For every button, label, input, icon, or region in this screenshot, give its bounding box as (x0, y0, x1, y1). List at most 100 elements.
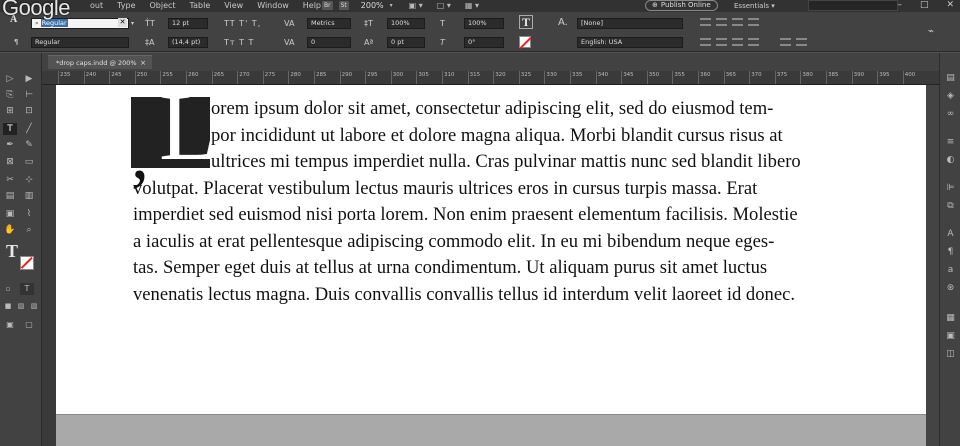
links-panel-icon[interactable]: ∞ (944, 109, 957, 119)
all-caps-button[interactable]: TT T' T, (224, 18, 261, 29)
formatting-text-icon[interactable]: T (20, 283, 34, 295)
fill-text-icon[interactable]: T (519, 15, 533, 29)
font-style-select[interactable]: Regular (31, 37, 129, 48)
free-transform-tool-icon[interactable]: ⊹ (22, 174, 36, 186)
stroke-panel-icon[interactable]: ≡ (944, 137, 957, 147)
vertical-scale-input[interactable]: 100% (387, 18, 425, 29)
layers-panel-icon[interactable]: ◈ (944, 91, 957, 101)
clear-icon[interactable]: ✕ (118, 18, 127, 27)
outdent-icon[interactable] (748, 38, 759, 46)
numbering-icon[interactable] (716, 38, 727, 46)
character-styles-icon[interactable]: a (944, 265, 957, 275)
apply-none-icon[interactable]: ▧ (27, 300, 41, 312)
language-select[interactable]: English: USA (577, 37, 683, 48)
align-right-icon[interactable] (732, 18, 743, 26)
object-styles-icon[interactable]: ◫ (944, 349, 957, 359)
character-panel-icon[interactable]: A (944, 229, 957, 239)
selection-tool-icon[interactable]: ▷ (3, 73, 17, 85)
hand-tool-icon[interactable]: ✋ (3, 224, 17, 236)
small-caps-button[interactable]: Tт T T (224, 37, 254, 48)
content-collector-icon[interactable]: ⊞ (3, 105, 17, 117)
direct-selection-tool-icon[interactable]: ▶ (22, 73, 36, 85)
rectangle-tool-icon[interactable]: ▭ (22, 156, 36, 168)
paragraph-panel-icon[interactable]: ¶ (944, 247, 957, 257)
gap-tool-icon[interactable]: ⊢ (22, 89, 36, 101)
pencil-tool-icon[interactable]: ✎ (22, 139, 36, 151)
line-tool-icon[interactable]: ╱ (22, 123, 36, 135)
indent-icon[interactable] (732, 38, 743, 46)
pen-tool-icon[interactable]: ✒ (3, 139, 17, 151)
vertical-scrollbar[interactable] (926, 85, 939, 446)
fill-text-icon[interactable]: T (6, 241, 18, 262)
zoom-level[interactable]: 200% (361, 1, 384, 10)
arrange-icon[interactable]: ▦ ▾ (465, 1, 479, 10)
align-center-icon[interactable] (716, 18, 727, 26)
zoom-tool-icon[interactable]: ⌕ (22, 224, 36, 236)
publish-online-button[interactable]: ⊕ Publish Online (645, 0, 718, 11)
gradient-feather-tool-icon[interactable]: ▥ (22, 190, 36, 202)
bridge-button[interactable]: Br (322, 1, 333, 10)
eyedropper-tool-icon[interactable]: ⌇ (22, 208, 36, 220)
tracking-input[interactable]: 0 (307, 37, 351, 48)
screen-mode-icon[interactable]: □ ▾ (437, 1, 451, 10)
maximize-icon[interactable]: □ (920, 0, 929, 11)
menu-layout[interactable]: out (90, 0, 103, 12)
columns-icon[interactable] (780, 38, 791, 46)
note-tool-icon[interactable]: ▣ (3, 208, 17, 220)
chevron-down-icon[interactable]: ▾ (131, 18, 134, 29)
normal-mode-icon[interactable]: ▣ (3, 319, 17, 331)
ruler-tick-line (518, 71, 520, 84)
glyphs-panel-icon[interactable]: ⊛ (944, 283, 957, 293)
align-panel-icon[interactable]: ⊫ (944, 183, 957, 193)
paragraph-controls-icon[interactable]: ¶ (14, 37, 18, 48)
apply-color-icon[interactable]: ■ (1, 300, 15, 312)
kerning-select[interactable]: Metrics (307, 18, 351, 29)
menu-table[interactable]: Table (190, 0, 211, 12)
page-tool-icon[interactable]: ⎘ (3, 89, 17, 101)
menu-help[interactable]: Help (303, 0, 321, 12)
document-tab[interactable]: *drop caps.indd @ 200% × (48, 55, 152, 69)
text-wrap-panel-icon[interactable]: ▣ (944, 331, 957, 341)
align-justify-icon[interactable] (748, 18, 759, 26)
type-tool-icon[interactable]: T (3, 123, 17, 135)
text-line: por incididunt ut labore et dolore magna… (211, 124, 783, 146)
stock-button[interactable]: St (338, 1, 349, 10)
ruler-tick-line (339, 71, 341, 84)
formatting-container-icon[interactable]: ▫ (1, 283, 15, 295)
pathfinder-panel-icon[interactable]: ⧉ (944, 201, 957, 211)
horizontal-scale-input[interactable]: 100% (464, 18, 504, 29)
help-search-input[interactable] (808, 0, 898, 11)
ruler-tick-line (288, 71, 290, 84)
table-panel-icon[interactable]: ▦ (944, 313, 957, 323)
menu-object[interactable]: Object (149, 0, 175, 12)
align-left-icon[interactable] (700, 18, 711, 26)
menu-window[interactable]: Window (257, 0, 289, 12)
stroke-none-swatch[interactable] (20, 256, 34, 270)
baseline-shift-input[interactable]: 0 pt (387, 37, 425, 48)
menu-type[interactable]: Type (117, 0, 135, 12)
minimize-icon[interactable]: – (897, 0, 902, 11)
chevron-down-icon[interactable]: ▾ (390, 2, 393, 9)
rectangle-frame-tool-icon[interactable]: ⊠ (3, 156, 17, 168)
view-options-icon[interactable]: ▣ ▾ (409, 1, 423, 10)
swatches-panel-icon[interactable]: ◐ (944, 155, 957, 165)
span-icon[interactable] (796, 38, 807, 46)
bullets-icon[interactable] (700, 38, 711, 46)
stroke-none-swatch[interactable] (519, 36, 531, 48)
leading-input[interactable]: (14,4 pt) (168, 37, 208, 48)
scissors-tool-icon[interactable]: ✂ (3, 174, 17, 186)
close-tab-icon[interactable]: × (140, 56, 146, 70)
pin-icon[interactable]: ⌁ (928, 26, 934, 37)
menu-view[interactable]: View (224, 0, 243, 12)
character-style-select[interactable]: [None] (577, 18, 683, 29)
workspace-switcher[interactable]: Essentials ▾ (734, 0, 775, 12)
pages-panel-icon[interactable]: ▤ (944, 73, 957, 83)
preview-mode-icon[interactable]: ▢ (22, 319, 36, 331)
close-icon[interactable]: ✕ (946, 0, 954, 11)
content-placer-icon[interactable]: ⊡ (22, 105, 36, 117)
body-text-frame[interactable]: orem ipsum dolor sit amet, consectetur a… (133, 96, 913, 308)
skew-input[interactable]: 0° (464, 37, 504, 48)
gradient-tool-icon[interactable]: ▤ (3, 190, 17, 202)
font-size-input[interactable]: 12 pt (168, 18, 208, 29)
apply-gradient-icon[interactable]: ▨ (14, 300, 28, 312)
